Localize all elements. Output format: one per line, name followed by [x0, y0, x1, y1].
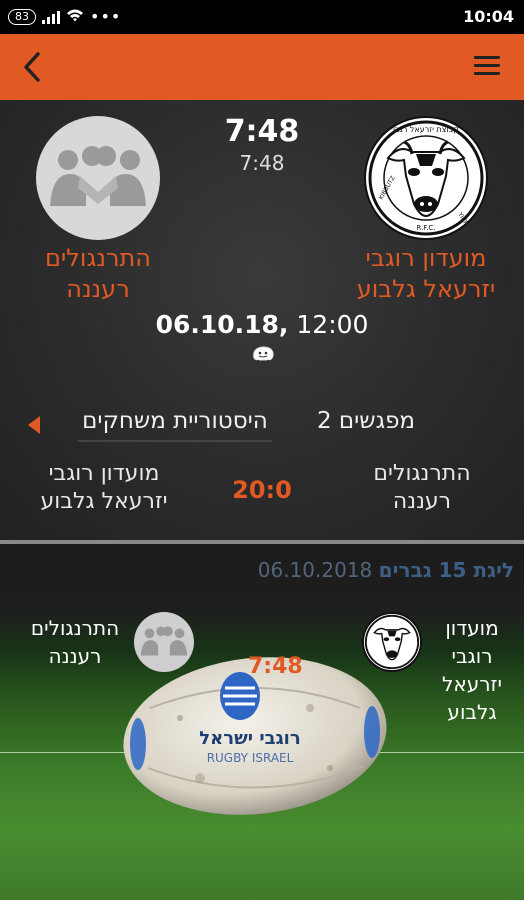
chevron-left-icon: [24, 52, 40, 82]
clock: 10:04: [463, 7, 514, 26]
wifi-icon: [66, 8, 84, 25]
tab-history[interactable]: היסטוריית משחקים: [78, 408, 272, 442]
fixture-card[interactable]: ליגת 15 גברים 06.10.2018 התרנגולים רעננה…: [0, 544, 524, 900]
menu-button[interactable]: [474, 56, 500, 78]
ball-text-hebrew: רוגבי ישראל: [199, 728, 300, 749]
crest-bottom-text: R.F.C.: [416, 224, 435, 232]
crest-ring-text: קבוצת יזרעאל רגבי: [393, 125, 459, 134]
home-team-name[interactable]: מועדון רוגבי יזרעאל גלבוע: [348, 243, 504, 305]
history-right-team: התרנגולים רעננה: [373, 461, 471, 514]
fixture-right-team: מועדון רוגבי יזרעאל גלבוע: [442, 616, 502, 724]
match-date-hour: 12:00: [288, 310, 369, 339]
match-date-day: 06.10.18,: [155, 310, 289, 339]
hamburger-menu-icon: [474, 56, 500, 59]
signal-icon: [42, 10, 60, 24]
battery-indicator: 83: [8, 8, 36, 25]
back-button[interactable]: [18, 50, 48, 84]
home-team-logo[interactable]: קבוצת יזרעאל רגבי KIBBUTZ YIZREEL R.F.C.: [364, 116, 488, 240]
league-name: ליגת 15 גברים: [378, 558, 514, 582]
tab-meetings[interactable]: 2 מפגשים: [300, 408, 432, 434]
fixture-date: 06.10.2018: [257, 558, 373, 582]
away-team-name[interactable]: התרנגולים רעננה: [20, 243, 176, 305]
match-header: 7:48 7:48 קבוצת יזרעאל רגבי KIBBUTZ YIZR…: [0, 100, 524, 540]
history-score: 20:0: [232, 476, 292, 504]
caret-left-icon[interactable]: [28, 416, 40, 434]
cow-crest-icon: קבוצת יזרעאל רגבי KIBBUTZ YIZREEL R.F.C.: [368, 120, 484, 237]
status-bar: 83 ••• 10:04: [0, 0, 524, 34]
status-icons: 83 •••: [8, 8, 121, 25]
history-left-team: מועדון רוגבי יזרעאל גלבוע: [40, 461, 168, 514]
fixture-left-team: התרנגולים רעננה: [30, 616, 120, 668]
fixture-league-line: ליגת 15 גברים 06.10.2018: [258, 558, 514, 582]
history-result-row[interactable]: מועדון רוגבי יזרעאל גלבוע 20:0 התרנגולים…: [0, 460, 524, 520]
ball-text-english: RUGBY ISRAEL: [207, 751, 294, 765]
fixture-time: 7:48: [248, 654, 303, 679]
app-bar: [0, 34, 524, 100]
more-notifications-icon: •••: [90, 6, 122, 26]
waze-icon[interactable]: [250, 344, 276, 364]
match-date: 06.10.18, 12:00: [0, 310, 524, 339]
